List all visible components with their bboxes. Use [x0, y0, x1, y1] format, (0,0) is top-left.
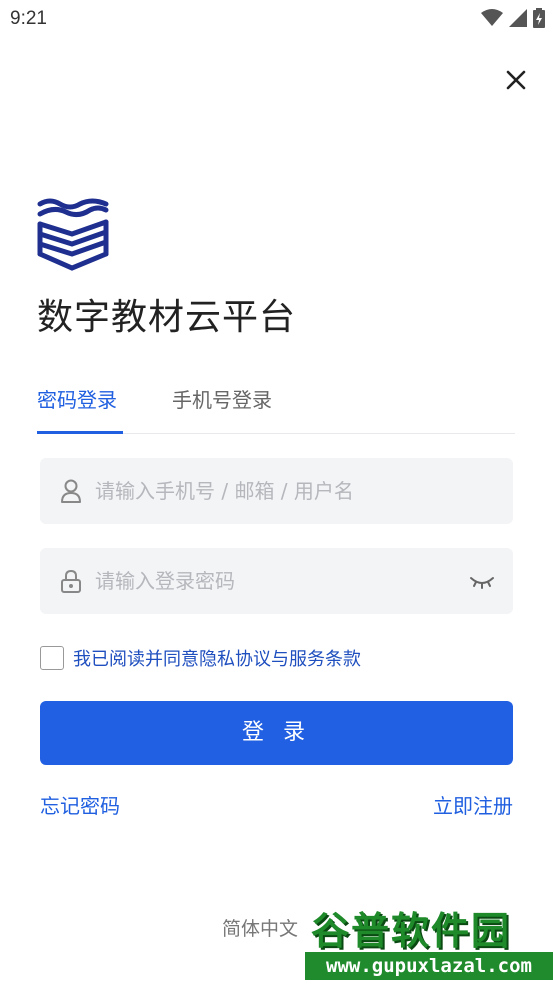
user-icon — [61, 479, 81, 503]
agreement-text[interactable]: 我已阅读并同意隐私协议与服务条款 — [73, 645, 361, 671]
watermark-title: 谷普软件园 — [311, 909, 512, 953]
app-title: 数字教材云平台 — [37, 297, 297, 338]
language-selector[interactable]: 简体中文 — [222, 914, 298, 941]
tab-password-login[interactable]: 密码登录 — [37, 384, 117, 413]
close-button[interactable] — [502, 66, 530, 94]
active-tab-indicator — [37, 431, 123, 434]
password-input[interactable] — [95, 548, 475, 614]
register-link[interactable]: 立即注册 — [433, 790, 513, 819]
tab-phone-login[interactable]: 手机号登录 — [172, 384, 272, 413]
username-field — [40, 458, 513, 524]
signal-icon — [509, 9, 527, 27]
forgot-password-link[interactable]: 忘记密码 — [40, 790, 120, 819]
agreement-checkbox[interactable] — [40, 646, 64, 670]
watermark: 谷普软件园 www.gupuxlazal.com — [305, 896, 553, 984]
username-input[interactable] — [95, 458, 475, 524]
agreement-row: 我已阅读并同意隐私协议与服务条款 — [40, 645, 361, 671]
status-bar: 9:21 — [0, 0, 553, 38]
close-icon — [506, 70, 526, 90]
status-icons — [481, 8, 545, 28]
status-time: 9:21 — [10, 8, 47, 29]
app-logo — [36, 198, 112, 274]
battery-icon — [533, 8, 545, 28]
watermark-url: www.gupuxlazal.com — [305, 952, 553, 980]
login-button[interactable]: 登 录 — [40, 701, 513, 765]
book-wave-logo-icon — [37, 198, 109, 271]
password-field — [40, 548, 513, 614]
eye-closed-icon[interactable] — [469, 570, 495, 592]
wifi-icon — [481, 9, 503, 26]
login-tabs: 密码登录 手机号登录 — [37, 382, 515, 434]
lock-icon — [61, 569, 81, 593]
